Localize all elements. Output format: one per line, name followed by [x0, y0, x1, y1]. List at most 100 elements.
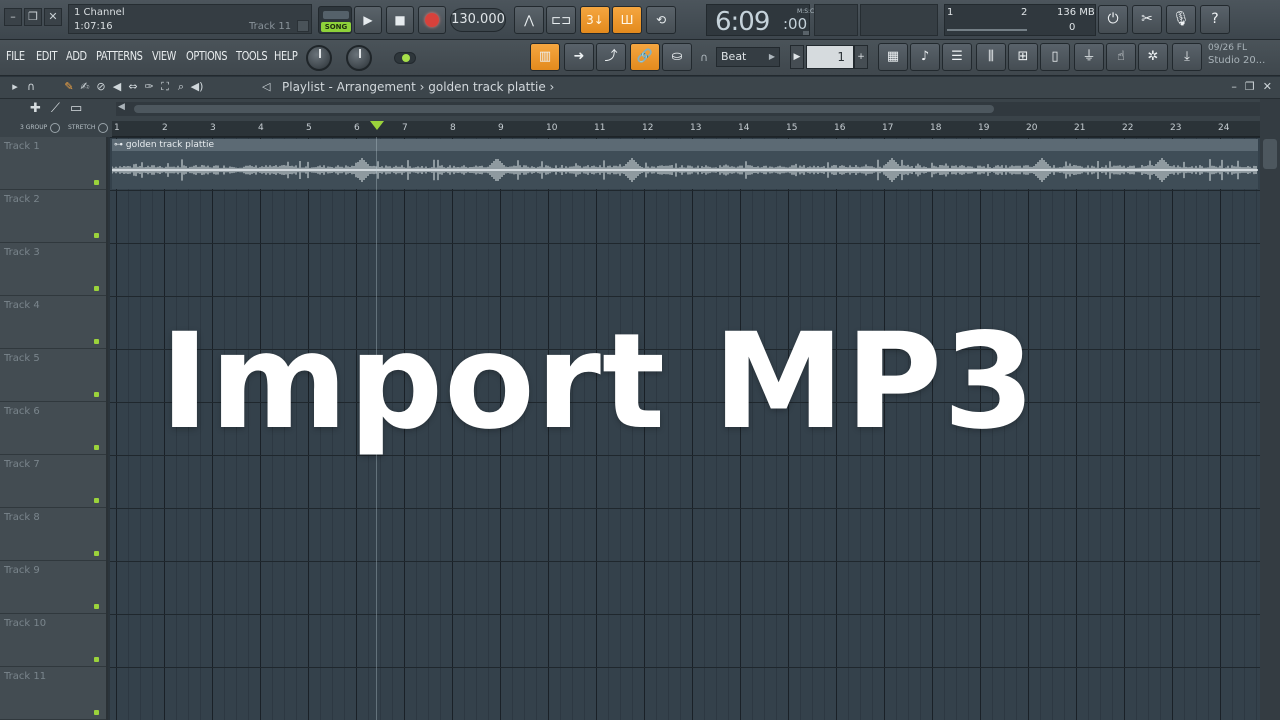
zoom-in-icon[interactable]: ✚ — [30, 101, 41, 116]
tempo-display[interactable]: 130.000 — [450, 8, 506, 32]
menu-add[interactable]: ADD — [66, 49, 87, 63]
track-header[interactable]: Track 10 — [0, 614, 106, 667]
horizontal-scrollbar[interactable]: ◀ — [116, 102, 1260, 116]
link-button[interactable]: 🔗 — [630, 43, 660, 71]
project-info-button[interactable]: ▯ — [1040, 43, 1070, 71]
menu-help[interactable]: HELP — [274, 49, 298, 63]
playback-tool-icon[interactable]: ◀) — [190, 79, 204, 95]
zoom-slider-icon[interactable]: ⟋ — [51, 101, 60, 116]
restore-button[interactable]: ❐ — [24, 8, 42, 26]
playlist-maximize-button[interactable]: ❐ — [1245, 80, 1255, 93]
track-mute-led[interactable] — [94, 604, 99, 609]
track-header[interactable]: Track 4 — [0, 296, 106, 349]
touch-button[interactable]: ☝ — [1106, 43, 1136, 71]
track-mute-led[interactable] — [94, 551, 99, 556]
zoom-tool-icon[interactable]: ⌕ — [174, 79, 188, 95]
master-pitch-knob[interactable] — [346, 45, 372, 71]
countdown-button[interactable]: 3↓ — [580, 6, 610, 34]
menu-file[interactable]: FILE — [6, 49, 26, 63]
playlist-button[interactable]: ▦ — [878, 43, 908, 71]
track-header[interactable]: Track 9 — [0, 561, 106, 614]
arrow-button[interactable]: ➜ — [564, 43, 594, 71]
mute-tool-icon[interactable]: ◀ — [110, 79, 124, 95]
paint-tool-icon[interactable]: ✍ — [78, 79, 92, 95]
master-volume-knob[interactable] — [306, 45, 332, 71]
menu-tools[interactable]: TOOLS — [236, 49, 268, 63]
recording-button[interactable]: 🎙 — [1166, 5, 1196, 34]
pattern-song-toggle[interactable]: SONG — [318, 6, 352, 34]
stop-button[interactable]: ■ — [386, 6, 414, 34]
hint-track-button[interactable] — [297, 20, 309, 32]
panic-button[interactable]: ⏻ — [1098, 5, 1128, 34]
track-header[interactable]: Track 1 — [0, 137, 106, 190]
snap-select[interactable]: Beat ▶ — [716, 47, 780, 67]
browser-button[interactable]: ⊞ — [1008, 43, 1038, 71]
piano-roll-window-button[interactable]: ♪ — [910, 43, 940, 71]
audio-clip[interactable] — [112, 139, 1258, 189]
blend-recording-button[interactable]: Ш — [612, 6, 642, 34]
delete-tool-icon[interactable]: ⊘ — [94, 79, 108, 95]
playlist-close-button[interactable]: ✕ — [1263, 80, 1272, 93]
select-tool-icon[interactable]: ⛶ — [158, 79, 172, 95]
piano-roll-button[interactable]: ▥ — [530, 43, 560, 71]
plugin-button[interactable]: ⏚ — [1074, 43, 1104, 71]
track-header[interactable]: Track 6 — [0, 402, 106, 455]
channel-rack-button[interactable]: ☰ — [942, 43, 972, 71]
audio-clip-name: ⊶ golden track plattie — [114, 140, 214, 150]
track-mute-led[interactable] — [94, 445, 99, 450]
track-header[interactable]: Track 5 — [0, 349, 106, 402]
vertical-scrollbar[interactable] — [1260, 99, 1280, 720]
track-header[interactable]: Track 7 — [0, 455, 106, 508]
track-header[interactable]: Track 8 — [0, 508, 106, 561]
group-toggle[interactable] — [50, 123, 60, 133]
master-pan-slider[interactable] — [394, 52, 416, 64]
typing-keyboard-button[interactable]: ⤴ — [596, 43, 626, 71]
pattern-number-field[interactable]: 1 — [806, 45, 854, 69]
pattern-add-button[interactable]: + — [854, 45, 868, 69]
slip-tool-icon[interactable]: ⇔ — [126, 79, 140, 95]
track-mute-led[interactable] — [94, 392, 99, 397]
playlist-menu-icon[interactable]: ▸ — [8, 79, 22, 95]
playlist-minimize-button[interactable]: – — [1231, 80, 1237, 93]
help-button[interactable]: ? — [1200, 5, 1230, 34]
track-mute-led[interactable] — [94, 498, 99, 503]
menu-patterns[interactable]: PATTERNS — [96, 49, 143, 63]
news-panel[interactable]: 09/26 FL Studio 20... — [1208, 43, 1278, 73]
song-position-marker[interactable] — [370, 121, 384, 130]
close-button[interactable]: ✕ — [44, 8, 62, 26]
menu-view[interactable]: VIEW — [152, 49, 176, 63]
slice-tool-icon[interactable]: ✑ — [142, 79, 156, 95]
scroll-left-icon[interactable]: ◀ — [118, 102, 125, 112]
play-button[interactable]: ▶ — [354, 6, 382, 34]
wait-for-input-button[interactable]: ⊏⊐ — [546, 6, 576, 34]
mixer-button[interactable]: ⫼ — [976, 43, 1006, 71]
track-mute-led[interactable] — [94, 233, 99, 238]
menu-edit[interactable]: EDIT — [36, 49, 57, 63]
track-header[interactable]: Track 11 — [0, 667, 106, 720]
pattern-prev-button[interactable]: ▶ — [790, 45, 804, 69]
metronome-button[interactable]: ⋀ — [514, 6, 544, 34]
vertical-scroll-thumb[interactable] — [1263, 139, 1277, 169]
cpu-button[interactable]: ✲ — [1138, 43, 1168, 71]
track-mute-led[interactable] — [94, 286, 99, 291]
snap-magnet-icon[interactable]: ∩ — [24, 79, 38, 95]
track-header[interactable]: Track 2 — [0, 190, 106, 243]
track-mute-led[interactable] — [94, 339, 99, 344]
track-header[interactable]: Track 3 — [0, 243, 106, 296]
track-mute-led[interactable] — [94, 657, 99, 662]
menu-options[interactable]: OPTIONS — [186, 49, 227, 63]
record-button[interactable] — [418, 6, 446, 34]
track-mute-led[interactable] — [94, 180, 99, 185]
snap-grid-icon[interactable]: ▭ — [70, 101, 82, 116]
minimize-button[interactable]: – — [4, 8, 22, 26]
track-mute-led[interactable] — [94, 710, 99, 715]
timeline-ruler[interactable]: 1 2 3 4 5 6 7 8 9 10 11 12 13 14 15 16 17 18 19 20 21 22 23 24 — [112, 121, 1260, 137]
draw-tool-icon[interactable]: ✎ — [62, 79, 76, 95]
loop-record-button[interactable]: ⟲ — [646, 6, 676, 34]
download-button[interactable]: ⤓ — [1172, 43, 1202, 71]
stretch-toggle[interactable] — [98, 123, 108, 133]
horizontal-scroll-thumb[interactable] — [134, 105, 994, 113]
stamp-button[interactable]: ⛀ — [662, 43, 692, 71]
time-display[interactable]: 6:09 :00 M:S:CS — [706, 4, 818, 37]
tools-button[interactable]: ✂ — [1132, 5, 1162, 34]
